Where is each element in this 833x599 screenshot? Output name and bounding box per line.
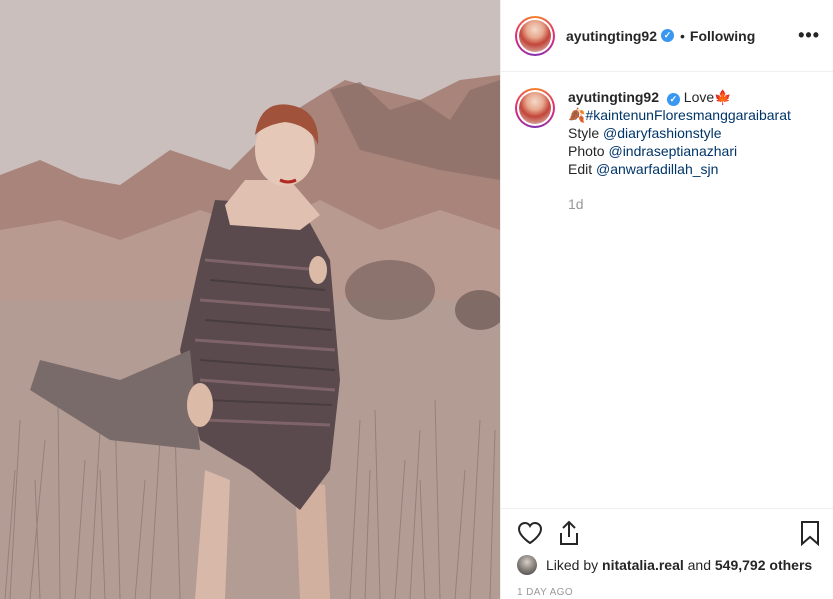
liker-username[interactable]: nitatalia.real — [602, 557, 684, 573]
post-header: ayutingting92 ✓ • Following ••• — [501, 0, 833, 72]
caption-username[interactable]: ayutingting92 — [568, 89, 659, 105]
edit-label: Edit — [568, 161, 593, 177]
photo-mention-link[interactable]: @indraseptianazhari — [608, 143, 737, 159]
photo-label: Photo — [568, 143, 605, 159]
post-photo[interactable] — [0, 0, 500, 599]
hashtag-link[interactable]: #kaintenunFloresmanggaraibarat — [585, 107, 790, 123]
caption-row: ayutingting92 ✓ Love🍁 🍂#kaintenunFloresm… — [515, 88, 820, 178]
maple-leaf-icon: 🍁 — [714, 89, 732, 105]
more-options-icon[interactable]: ••• — [798, 26, 820, 44]
author-username[interactable]: ayutingting92 — [566, 28, 657, 44]
caption-time: 1d — [568, 196, 584, 212]
liked-by-prefix: Liked by — [546, 557, 599, 573]
liker-avatar[interactable] — [517, 555, 537, 575]
style-mention-link[interactable]: @diaryfashionstyle — [603, 125, 722, 141]
post-timestamp[interactable]: 1 DAY AGO — [517, 587, 573, 598]
likes-count[interactable]: 549,792 others — [715, 557, 812, 573]
likes-conj: and — [687, 557, 711, 573]
style-label: Style — [568, 125, 600, 141]
caption-text: ayutingting92 ✓ Love🍁 🍂#kaintenunFloresm… — [568, 88, 791, 178]
heart-icon[interactable] — [517, 521, 543, 550]
post-details-panel: ayutingting92 ✓ • Following ••• ayutingt… — [500, 0, 833, 599]
comments-section: ayutingting92 ✓ Love🍁 🍂#kaintenunFloresm… — [515, 88, 820, 212]
post-image — [0, 0, 500, 599]
caption-love: Love — [683, 89, 715, 105]
separator-dot: • — [680, 27, 685, 44]
share-icon[interactable] — [557, 520, 581, 551]
actions-bar: Liked by nitatalia.real and 549,792 othe… — [501, 508, 833, 599]
verified-badge-icon: ✓ — [661, 29, 675, 42]
verified-badge-icon: ✓ — [666, 93, 680, 106]
author-avatar[interactable] — [515, 15, 555, 56]
caption-avatar[interactable] — [515, 88, 555, 128]
likes-summary: Liked by nitatalia.real and 549,792 othe… — [517, 555, 812, 575]
edit-mention-link[interactable]: @anwarfadillah_sjn — [596, 161, 718, 177]
following-button[interactable]: Following — [690, 28, 755, 44]
bookmark-icon[interactable] — [799, 520, 821, 551]
fallen-leaf-icon: 🍂 — [568, 107, 586, 123]
